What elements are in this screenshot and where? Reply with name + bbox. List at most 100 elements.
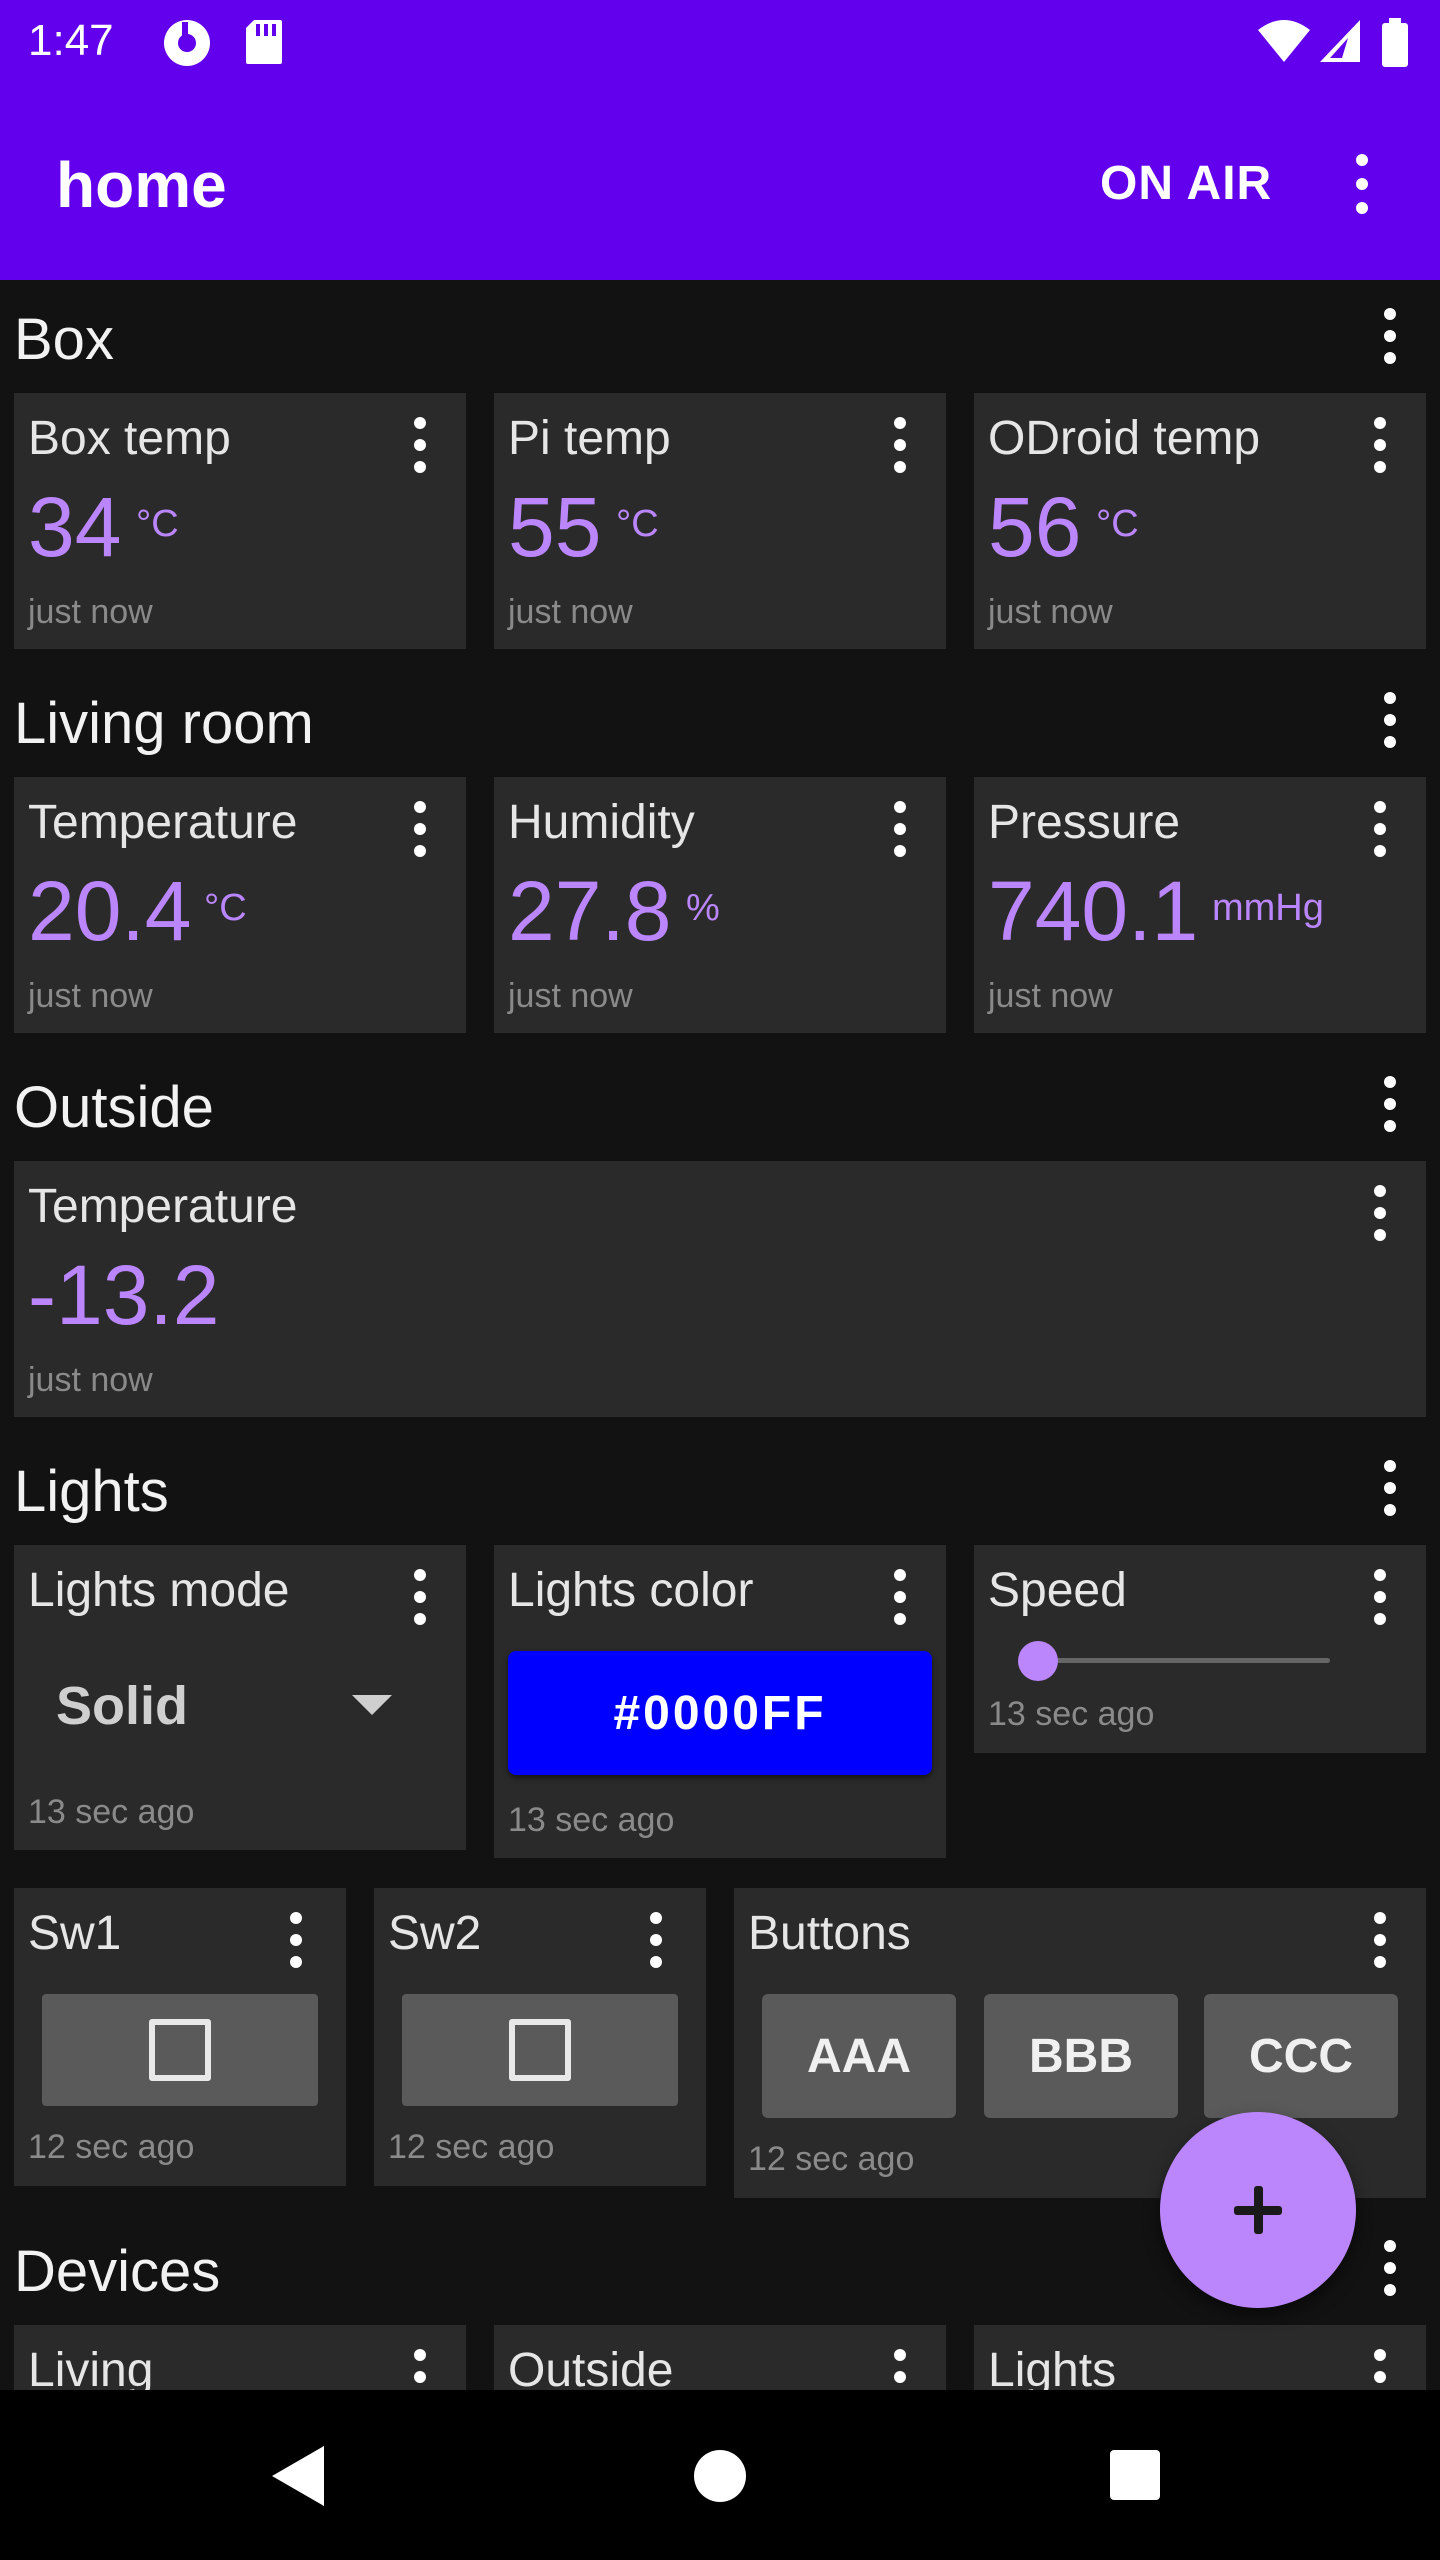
more-vert-icon[interactable] [1370, 1569, 1390, 1625]
more-vert-icon[interactable] [890, 1569, 910, 1625]
switch-card-sw1: Sw1 12 sec ago [14, 1888, 346, 2186]
more-vert-icon[interactable] [1378, 1460, 1402, 1516]
sensor-value: -13.2 [28, 1248, 220, 1342]
card-title: Pi temp [508, 412, 671, 465]
updated-time: 12 sec ago [388, 2128, 555, 2166]
recents-icon[interactable] [1110, 2450, 1160, 2500]
checkbox-unchecked-icon [509, 2019, 571, 2081]
sensor-value: 34 [28, 480, 122, 574]
pocket-casts-icon [164, 20, 210, 66]
sensor-card-pi-temp[interactable]: Pi temp 55 °C just now [494, 393, 946, 649]
more-vert-icon[interactable] [1378, 308, 1402, 364]
section-title-lights: Lights [14, 1459, 169, 1524]
button-bbb[interactable]: BBB [984, 1994, 1178, 2118]
status-time: 1:47 [28, 16, 114, 65]
more-vert-icon[interactable] [410, 417, 430, 473]
device-card-lights[interactable]: Lights [974, 2325, 1426, 2390]
sensor-unit: °C [1096, 503, 1139, 545]
card-title: Lights color [508, 1564, 754, 1617]
section-title-living-room: Living room [14, 691, 314, 756]
sensor-card-box-temp[interactable]: Box temp 34 °C just now [14, 393, 466, 649]
card-title: Sw2 [388, 1907, 482, 1960]
updated-time: just now [508, 977, 633, 1015]
card-title: Living [28, 2344, 154, 2390]
more-vert-icon[interactable] [1378, 2240, 1402, 2296]
sensor-card-outside-temperature[interactable]: Temperature -13.2 just now [14, 1161, 1426, 1417]
sw1-toggle-button[interactable] [42, 1994, 318, 2106]
card-title: Sw1 [28, 1907, 122, 1960]
updated-time: just now [28, 593, 153, 631]
card-title: Pressure [988, 796, 1181, 849]
sensor-card-pressure[interactable]: Pressure 740.1 mmHg just now [974, 777, 1426, 1033]
button-aaa[interactable]: AAA [762, 1994, 956, 2118]
more-vert-icon[interactable] [646, 1912, 666, 1968]
device-card-living[interactable]: Living [14, 2325, 466, 2390]
updated-time: 13 sec ago [28, 1793, 195, 1831]
status-bar: 1:47 [0, 0, 1440, 84]
updated-time: just now [988, 977, 1113, 1015]
sd-card-icon [246, 20, 282, 64]
more-vert-icon[interactable] [1370, 1185, 1390, 1241]
back-icon[interactable] [272, 2446, 324, 2506]
sensor-unit: % [686, 887, 720, 929]
more-vert-icon[interactable] [286, 1912, 306, 1968]
color-picker-button[interactable]: #0000FF [508, 1651, 932, 1775]
lights-mode-dropdown[interactable]: Solid [14, 1645, 466, 1785]
card-title: Speed [988, 1564, 1127, 1617]
section-title-box: Box [14, 307, 114, 372]
more-vert-icon[interactable] [1370, 801, 1390, 857]
updated-time: 12 sec ago [28, 2128, 195, 2166]
card-title: Outside [508, 2344, 674, 2390]
more-vert-icon[interactable] [1378, 1076, 1402, 1132]
speed-card: Speed 13 sec ago [974, 1545, 1426, 1753]
app-title: home [56, 149, 227, 221]
sensor-card-humidity[interactable]: Humidity 27.8 % just now [494, 777, 946, 1033]
card-title: Lights mode [28, 1564, 290, 1617]
sensor-value: 740.1 [988, 864, 1199, 958]
sensor-value: 20.4 [28, 864, 192, 958]
more-vert-icon[interactable] [410, 801, 430, 857]
navigation-bar [0, 2390, 1440, 2560]
more-vert-icon[interactable] [1370, 1912, 1390, 1968]
more-vert-icon[interactable] [410, 2349, 430, 2390]
more-vert-icon[interactable] [1370, 2349, 1390, 2390]
device-card-outside[interactable]: Outside [494, 2325, 946, 2390]
app-bar: home ON AIR [0, 84, 1440, 280]
more-vert-icon[interactable] [1378, 692, 1402, 748]
sensor-card-odroid-temp[interactable]: ODroid temp 56 °C just now [974, 393, 1426, 649]
button-ccc[interactable]: CCC [1204, 1994, 1398, 2118]
dropdown-arrow-icon [352, 1695, 392, 1715]
add-fab-button[interactable] [1160, 2112, 1356, 2308]
more-vert-icon[interactable] [1350, 154, 1374, 214]
sw2-toggle-button[interactable] [402, 1994, 678, 2106]
card-title: Lights [988, 2344, 1117, 2390]
card-title: Humidity [508, 796, 695, 849]
cell-signal-icon [1320, 20, 1360, 62]
speed-slider-track[interactable] [1046, 1658, 1330, 1663]
more-vert-icon[interactable] [890, 2349, 910, 2390]
dashboard: Box Box temp 34 °C just now Pi temp 55 °… [0, 280, 1440, 2390]
switch-card-sw2: Sw2 12 sec ago [374, 1888, 706, 2186]
battery-icon [1382, 18, 1408, 67]
section-title-outside: Outside [14, 1075, 214, 1140]
speed-slider-thumb[interactable] [1018, 1641, 1058, 1681]
dropdown-value: Solid [56, 1676, 188, 1736]
card-title: Buttons [748, 1907, 911, 1960]
card-title: ODroid temp [988, 412, 1261, 465]
more-vert-icon[interactable] [1370, 417, 1390, 473]
card-title: Box temp [28, 412, 231, 465]
more-vert-icon[interactable] [890, 417, 910, 473]
lights-color-card: Lights color #0000FF 13 sec ago [494, 1545, 946, 1858]
more-vert-icon[interactable] [410, 1569, 430, 1625]
more-vert-icon[interactable] [890, 801, 910, 857]
sensor-unit: mmHg [1212, 887, 1324, 929]
card-title: Temperature [28, 1180, 298, 1233]
plus-icon [1234, 2186, 1282, 2234]
home-icon[interactable] [694, 2450, 746, 2502]
lights-mode-card: Lights mode Solid 13 sec ago [14, 1545, 466, 1850]
on-air-button[interactable]: ON AIR [1100, 156, 1272, 211]
sensor-unit: °C [204, 887, 247, 929]
sensor-value: 27.8 [508, 864, 672, 958]
checkbox-unchecked-icon [149, 2019, 211, 2081]
sensor-card-temperature[interactable]: Temperature 20.4 °C just now [14, 777, 466, 1033]
